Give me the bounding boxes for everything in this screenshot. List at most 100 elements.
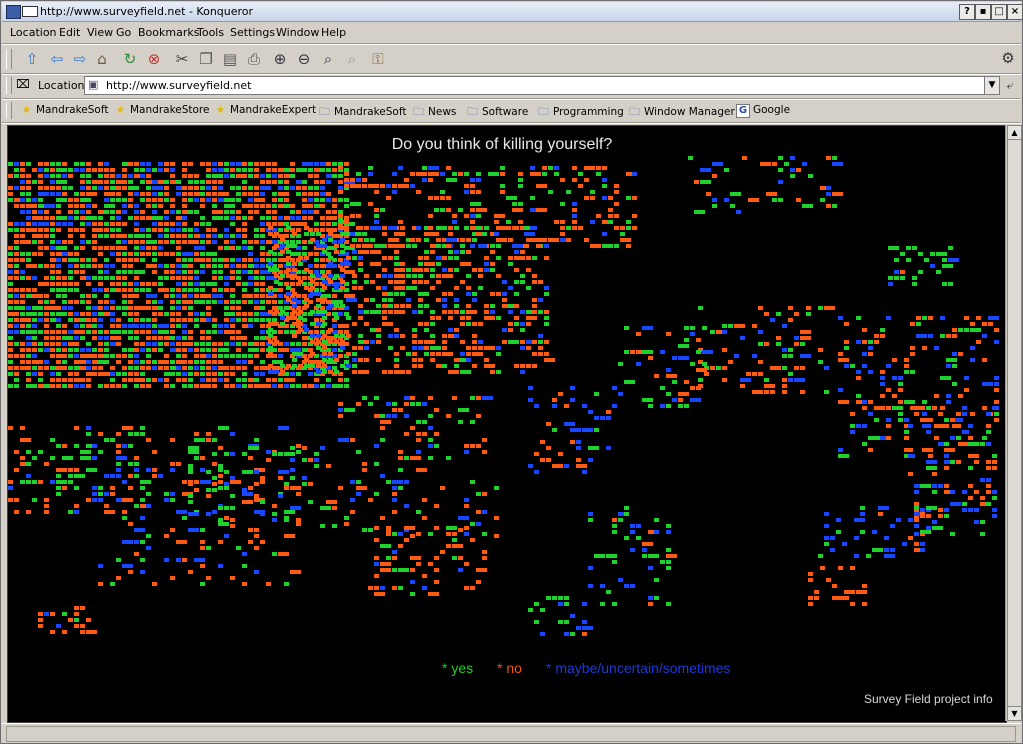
survey-answer-dot[interactable] <box>326 168 331 172</box>
survey-answer-dot[interactable] <box>188 312 193 316</box>
survey-answer-dot[interactable] <box>218 446 223 450</box>
survey-answer-dot[interactable] <box>194 288 199 292</box>
survey-answer-dot[interactable] <box>122 564 133 568</box>
survey-answer-dot[interactable] <box>206 198 211 202</box>
survey-answer-dot[interactable] <box>980 496 985 500</box>
survey-answer-dot[interactable] <box>380 474 385 478</box>
survey-answer-dot[interactable] <box>572 214 577 218</box>
survey-answer-dot[interactable] <box>280 310 285 314</box>
survey-answer-dot[interactable] <box>128 216 133 220</box>
survey-answer-dot[interactable] <box>98 186 103 190</box>
survey-answer-dot[interactable] <box>212 192 217 196</box>
survey-answer-dot[interactable] <box>838 596 849 600</box>
survey-answer-dot[interactable] <box>776 336 781 340</box>
survey-answer-dot[interactable] <box>340 364 345 368</box>
survey-answer-dot[interactable] <box>506 196 517 200</box>
survey-answer-dot[interactable] <box>188 192 193 196</box>
survey-answer-dot[interactable] <box>368 244 373 248</box>
survey-answer-dot[interactable] <box>994 328 999 332</box>
survey-answer-dot[interactable] <box>466 274 471 278</box>
survey-answer-dot[interactable] <box>68 210 73 214</box>
survey-answer-dot[interactable] <box>92 294 97 298</box>
survey-answer-dot[interactable] <box>62 330 67 334</box>
survey-answer-dot[interactable] <box>134 354 139 358</box>
survey-answer-dot[interactable] <box>404 414 409 418</box>
survey-answer-dot[interactable] <box>476 232 481 236</box>
survey-answer-dot[interactable] <box>260 342 265 346</box>
survey-answer-dot[interactable] <box>206 438 211 442</box>
survey-answer-dot[interactable] <box>182 234 187 238</box>
survey-answer-dot[interactable] <box>74 228 79 232</box>
survey-answer-dot[interactable] <box>338 330 343 334</box>
survey-answer-dot[interactable] <box>62 366 67 370</box>
survey-answer-dot[interactable] <box>188 252 193 256</box>
survey-answer-dot[interactable] <box>922 316 927 320</box>
survey-answer-dot[interactable] <box>80 312 85 316</box>
survey-answer-dot[interactable] <box>122 366 127 370</box>
survey-answer-dot[interactable] <box>128 264 133 268</box>
survey-answer-dot[interactable] <box>236 546 241 550</box>
survey-answer-dot[interactable] <box>62 444 67 448</box>
survey-answer-dot[interactable] <box>176 222 181 226</box>
survey-answer-dot[interactable] <box>332 162 337 166</box>
survey-answer-dot[interactable] <box>862 352 867 356</box>
survey-answer-dot[interactable] <box>26 474 31 478</box>
survey-answer-dot[interactable] <box>648 356 653 360</box>
survey-answer-dot[interactable] <box>140 366 145 370</box>
url-input[interactable]: ▣ http://www.surveyfield.net <box>84 76 986 95</box>
survey-answer-dot[interactable] <box>280 244 285 248</box>
survey-answer-dot[interactable] <box>596 166 601 170</box>
survey-answer-dot[interactable] <box>44 174 49 178</box>
survey-answer-dot[interactable] <box>412 328 417 332</box>
survey-answer-dot[interactable] <box>368 402 373 406</box>
survey-answer-dot[interactable] <box>56 474 61 478</box>
survey-answer-dot[interactable] <box>170 462 175 466</box>
survey-answer-dot[interactable] <box>128 432 133 436</box>
survey-answer-dot[interactable] <box>926 466 937 470</box>
survey-answer-dot[interactable] <box>398 166 403 170</box>
survey-answer-dot[interactable] <box>838 454 849 458</box>
survey-answer-dot[interactable] <box>68 222 73 226</box>
survey-answer-dot[interactable] <box>38 240 43 244</box>
survey-answer-dot[interactable] <box>20 192 25 196</box>
survey-answer-dot[interactable] <box>356 402 361 406</box>
survey-answer-dot[interactable] <box>128 336 133 340</box>
survey-answer-dot[interactable] <box>242 192 247 196</box>
survey-answer-dot[interactable] <box>490 244 495 248</box>
survey-answer-dot[interactable] <box>188 318 193 322</box>
survey-answer-dot[interactable] <box>230 162 235 166</box>
survey-answer-dot[interactable] <box>588 410 593 414</box>
survey-answer-dot[interactable] <box>104 198 109 202</box>
survey-answer-dot[interactable] <box>86 276 91 280</box>
survey-answer-dot[interactable] <box>32 288 37 292</box>
survey-answer-dot[interactable] <box>254 342 259 346</box>
survey-answer-dot[interactable] <box>776 312 781 316</box>
survey-answer-dot[interactable] <box>116 456 127 460</box>
survey-answer-dot[interactable] <box>68 306 73 310</box>
survey-answer-dot[interactable] <box>914 502 919 506</box>
survey-answer-dot[interactable] <box>14 468 19 472</box>
survey-answer-dot[interactable] <box>350 408 355 412</box>
survey-answer-dot[interactable] <box>400 262 405 266</box>
survey-answer-dot[interactable] <box>968 466 973 470</box>
survey-answer-dot[interactable] <box>200 342 205 346</box>
survey-answer-dot[interactable] <box>940 406 945 410</box>
survey-answer-dot[interactable] <box>206 366 211 370</box>
survey-answer-dot[interactable] <box>470 586 475 590</box>
survey-answer-dot[interactable] <box>410 556 421 560</box>
survey-answer-dot[interactable] <box>824 366 829 370</box>
survey-answer-dot[interactable] <box>260 500 265 504</box>
survey-answer-dot[interactable] <box>20 276 25 280</box>
survey-answer-dot[interactable] <box>266 204 271 208</box>
survey-answer-dot[interactable] <box>824 524 829 528</box>
survey-answer-dot[interactable] <box>958 394 963 398</box>
survey-answer-dot[interactable] <box>290 486 301 490</box>
survey-answer-dot[interactable] <box>116 360 121 364</box>
survey-answer-dot[interactable] <box>164 492 169 496</box>
survey-answer-dot[interactable] <box>128 180 133 184</box>
survey-answer-dot[interactable] <box>346 256 351 260</box>
survey-answer-dot[interactable] <box>422 498 427 502</box>
survey-answer-dot[interactable] <box>782 348 787 352</box>
survey-answer-dot[interactable] <box>248 456 253 460</box>
survey-answer-dot[interactable] <box>230 312 235 316</box>
